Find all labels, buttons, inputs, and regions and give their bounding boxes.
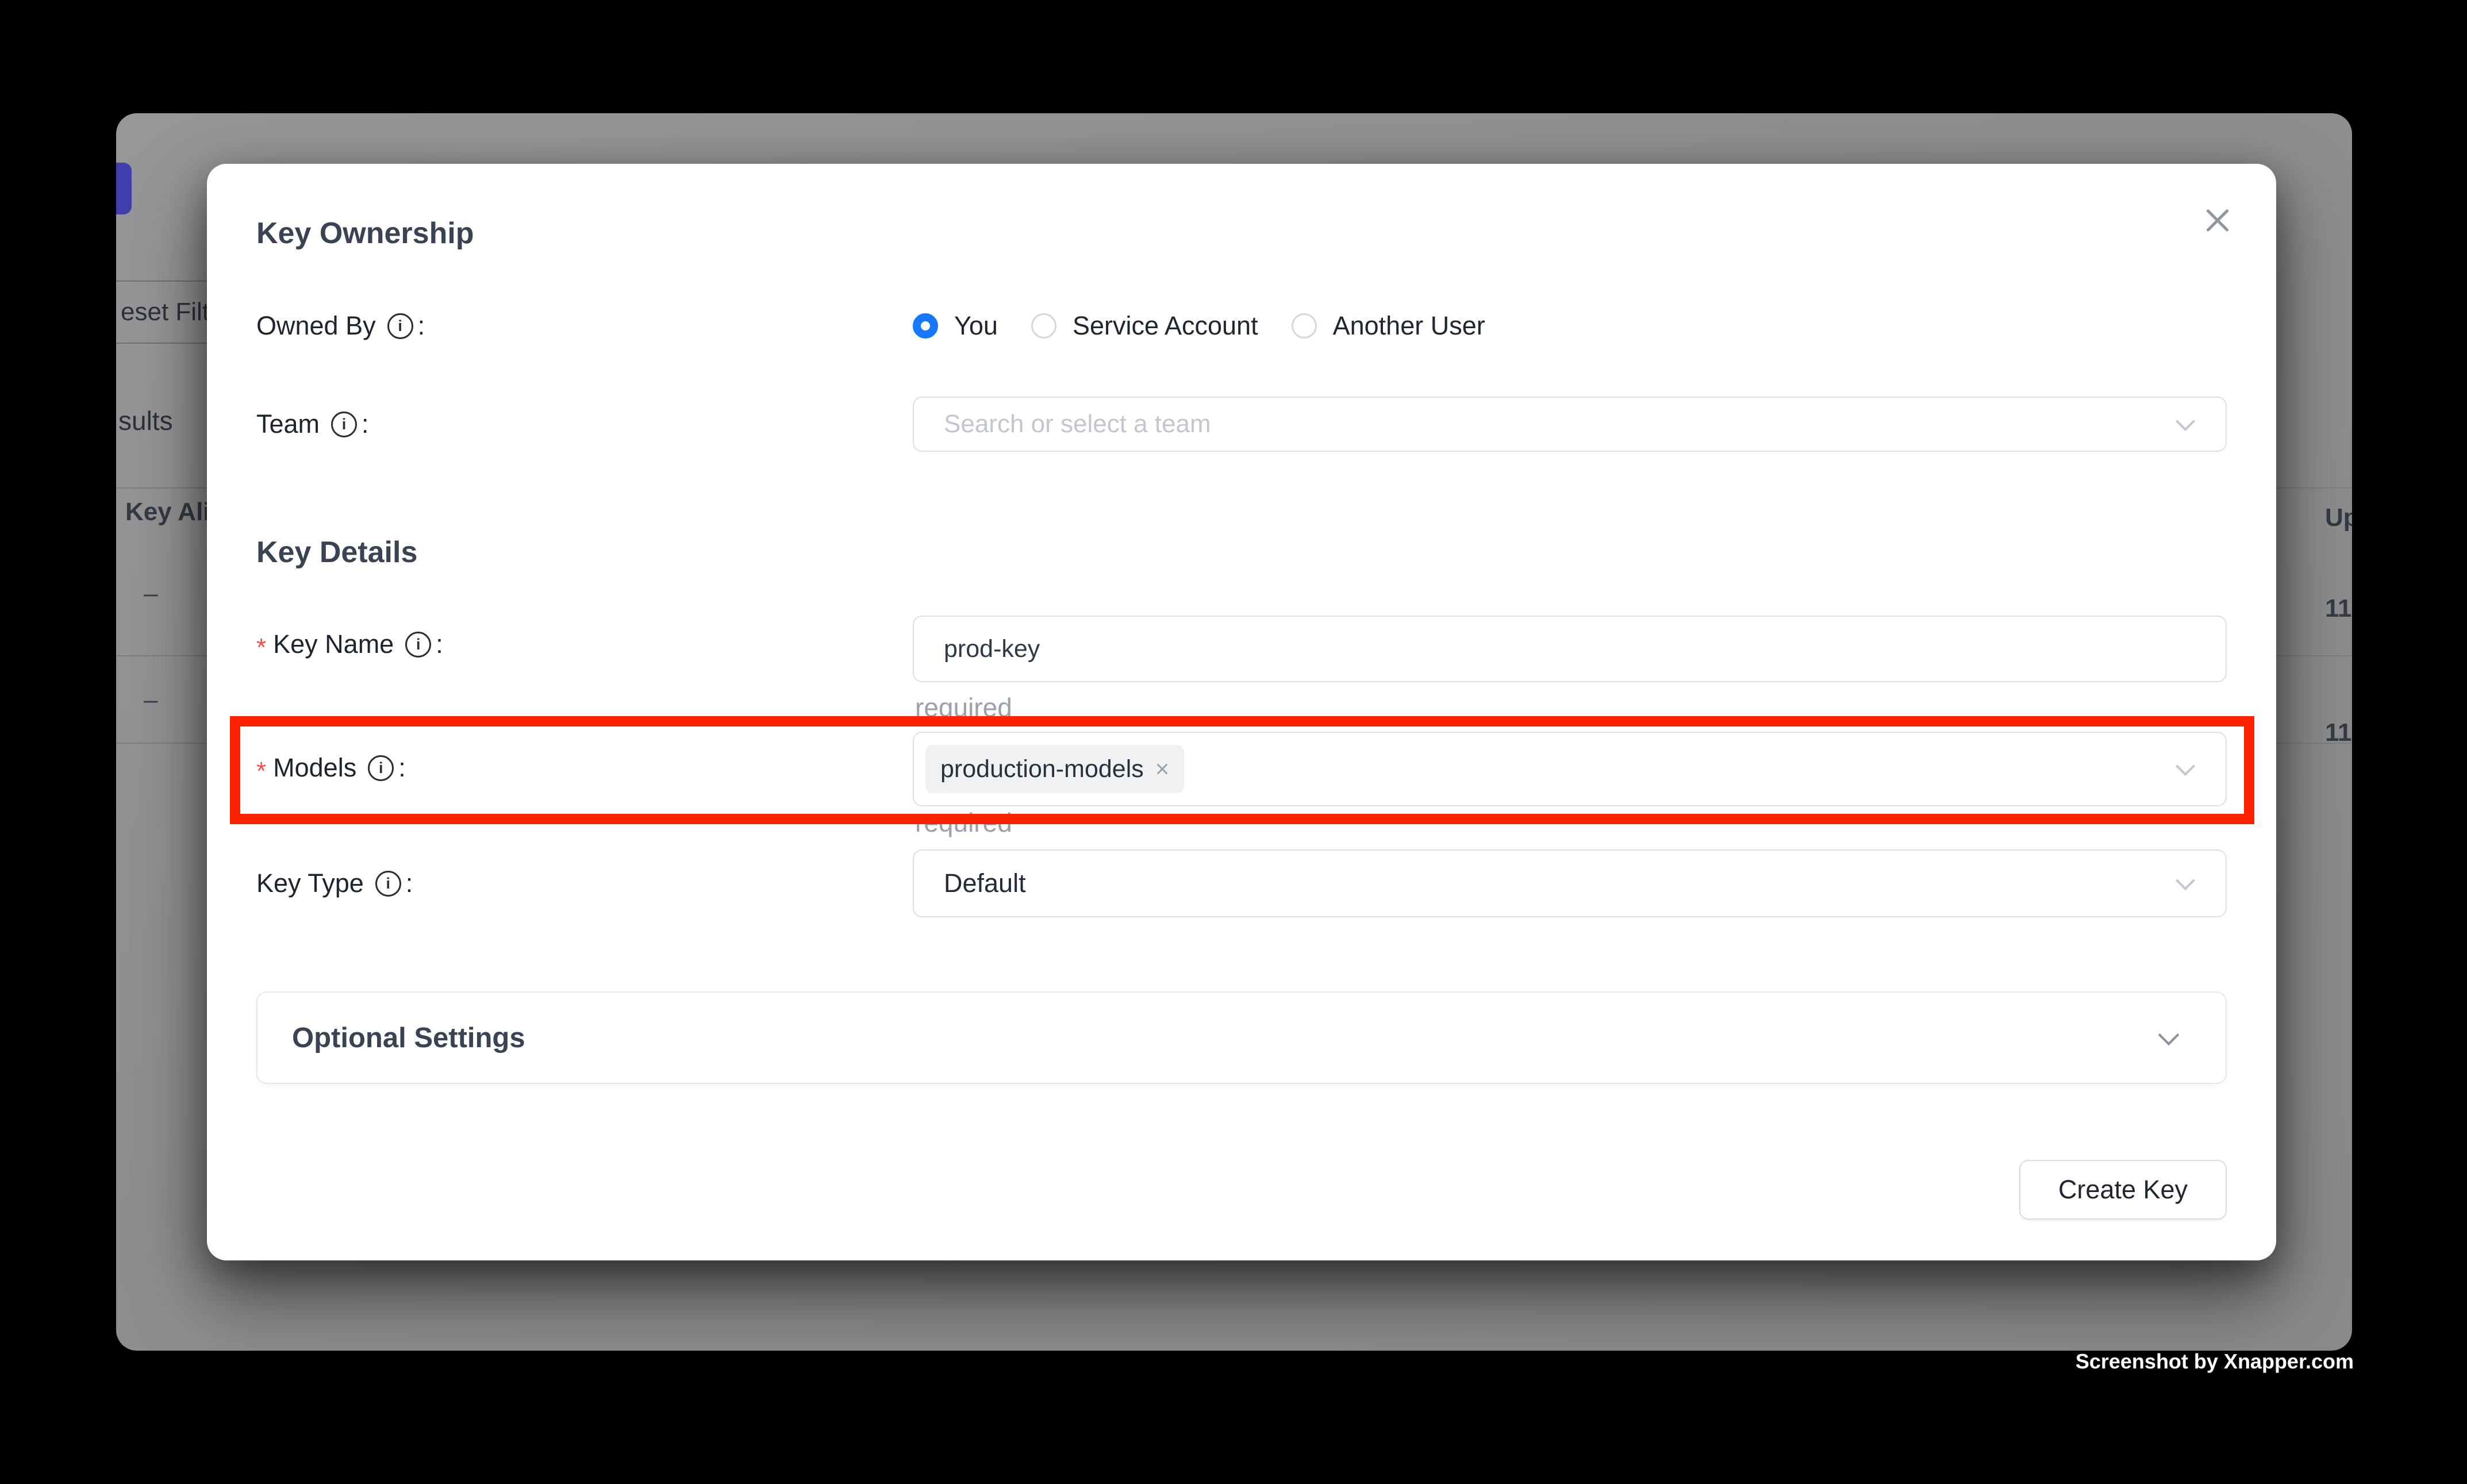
- selected-model-tag: production-models ×: [925, 745, 1184, 793]
- table-cell: 11/: [2325, 718, 2352, 747]
- create-key-modal: Key Ownership Owned By i : You Service A…: [207, 164, 2276, 1260]
- section-title-key-ownership: Key Ownership: [256, 216, 474, 251]
- models-label: * Models i :: [256, 752, 406, 784]
- optional-settings-label: Optional Settings: [292, 1022, 525, 1054]
- owned-by-radio-group: You Service Account Another User: [913, 310, 1485, 342]
- chevron-down-icon: [2176, 412, 2195, 431]
- radio-you[interactable]: You: [913, 311, 998, 341]
- radio-unselected-icon[interactable]: [1292, 313, 1317, 339]
- info-icon: i: [375, 871, 401, 897]
- table-header-updated: Up: [2325, 503, 2352, 532]
- models-validation-message: required: [915, 807, 1012, 838]
- close-icon[interactable]: [2197, 199, 2238, 241]
- models-select[interactable]: production-models ×: [913, 732, 2227, 806]
- create-key-button[interactable]: Create Key: [2019, 1160, 2227, 1220]
- owned-by-label: Owned By i :: [256, 310, 425, 342]
- info-icon: i: [405, 632, 431, 658]
- watermark-text: Screenshot by Xnapper.com: [2076, 1350, 2354, 1374]
- key-name-input[interactable]: prod-key: [913, 616, 2227, 682]
- key-type-label: Key Type i :: [256, 867, 413, 899]
- key-name-label: * Key Name i :: [256, 628, 443, 660]
- table-cell: 11/: [2325, 594, 2352, 623]
- selected-model-tag-label: production-models: [940, 755, 1144, 783]
- team-label: Team i :: [256, 408, 369, 440]
- chevron-down-icon: [2176, 756, 2195, 776]
- team-select[interactable]: Search or select a team: [913, 397, 2227, 452]
- chevron-down-icon: [2158, 1024, 2180, 1045]
- table-cell: –: [144, 579, 157, 608]
- table-cell: –: [144, 686, 157, 714]
- team-select-placeholder: Search or select a team: [944, 410, 1211, 439]
- tag-remove-icon[interactable]: ×: [1155, 757, 1170, 781]
- key-name-value: prod-key: [944, 635, 1040, 663]
- reset-filters-label: eset Filt: [121, 298, 209, 326]
- radio-another-user[interactable]: Another User: [1292, 311, 1485, 341]
- radio-service-account[interactable]: Service Account: [1031, 311, 1258, 341]
- key-name-validation-message: required: [915, 692, 1012, 723]
- info-icon: i: [368, 755, 394, 781]
- required-asterisk: *: [256, 757, 266, 786]
- chevron-down-icon: [2176, 871, 2195, 890]
- results-count-fragment: sults: [118, 405, 173, 436]
- optional-settings-collapse[interactable]: Optional Settings: [256, 991, 2227, 1084]
- info-icon: i: [331, 412, 357, 437]
- key-type-value: Default: [944, 868, 1026, 898]
- section-title-key-details: Key Details: [256, 535, 417, 570]
- info-icon: i: [387, 313, 413, 339]
- key-type-select[interactable]: Default: [913, 849, 2227, 917]
- clipped-primary-button: [116, 163, 132, 214]
- required-asterisk: *: [256, 633, 266, 662]
- radio-unselected-icon[interactable]: [1031, 313, 1056, 339]
- radio-selected-icon[interactable]: [913, 313, 938, 339]
